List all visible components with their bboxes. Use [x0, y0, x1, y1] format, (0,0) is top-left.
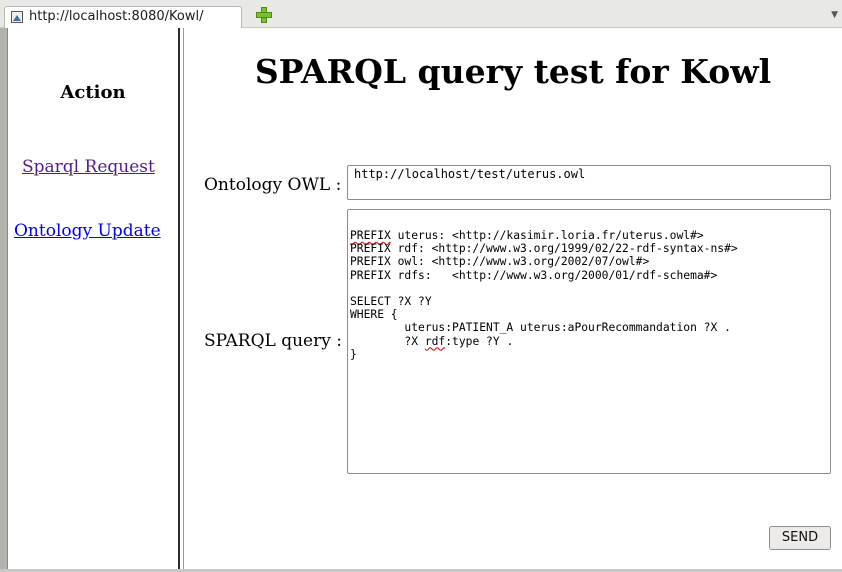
- tab-list-dropdown-icon[interactable]: ▼: [831, 10, 838, 20]
- sparql-query-label: SPARQL query :: [204, 331, 342, 351]
- query-line: SELECT ?X ?Y: [350, 294, 432, 308]
- spellcheck-word: rdf: [424, 334, 446, 348]
- query-line: PREFIX rdfs: <http://www.w3.org/2000/01/…: [350, 268, 718, 282]
- ontology-owl-input[interactable]: http://localhost/test/uterus.owl: [347, 165, 831, 200]
- query-line: PREFIX owl: <http://www.w3.org/2002/07/o…: [350, 255, 650, 269]
- browser-tab-bar: http://localhost:8080/Kowl/ ▼: [0, 0, 842, 28]
- tab-title: http://localhost:8080/Kowl/: [29, 9, 204, 24]
- query-line: [350, 282, 828, 295]
- browser-tab[interactable]: http://localhost:8080/Kowl/: [4, 6, 242, 28]
- sparql-query-textarea[interactable]: PREFIX uterus: <http://kasimir.loria.fr/…: [347, 209, 831, 474]
- spellcheck-word: PREFIX: [350, 229, 391, 242]
- ontology-update-link[interactable]: Ontology Update: [14, 221, 161, 241]
- sparql-request-link[interactable]: Sparql Request: [22, 157, 155, 177]
- sidebar-frame: Action: [8, 28, 178, 572]
- query-line: PREFIX uterus: <http://kasimir.loria.fr/…: [350, 229, 828, 242]
- page-favicon-icon: [11, 11, 23, 23]
- query-line-rest: uterus: <http://kasimir.loria.fr/uterus.…: [390, 229, 704, 242]
- query-line: uterus:PATIENT_A uterus:aPourRecommandat…: [350, 321, 731, 335]
- query-line: WHERE {: [350, 308, 398, 322]
- ontology-owl-label: Ontology OWL :: [204, 175, 342, 195]
- send-button[interactable]: SEND: [769, 526, 831, 550]
- page-title: SPARQL query test for Kowl: [254, 52, 772, 91]
- new-tab-plus-icon[interactable]: [256, 7, 272, 23]
- query-line: PREFIX rdf: <http://www.w3.org/1999/02/2…: [350, 242, 738, 256]
- query-line: ?X rdf:type ?Y .: [350, 334, 514, 348]
- frame-divider[interactable]: [178, 28, 184, 572]
- sidebar-title: Action: [60, 82, 126, 103]
- query-line: }: [350, 347, 357, 361]
- window-left-border: [0, 28, 8, 572]
